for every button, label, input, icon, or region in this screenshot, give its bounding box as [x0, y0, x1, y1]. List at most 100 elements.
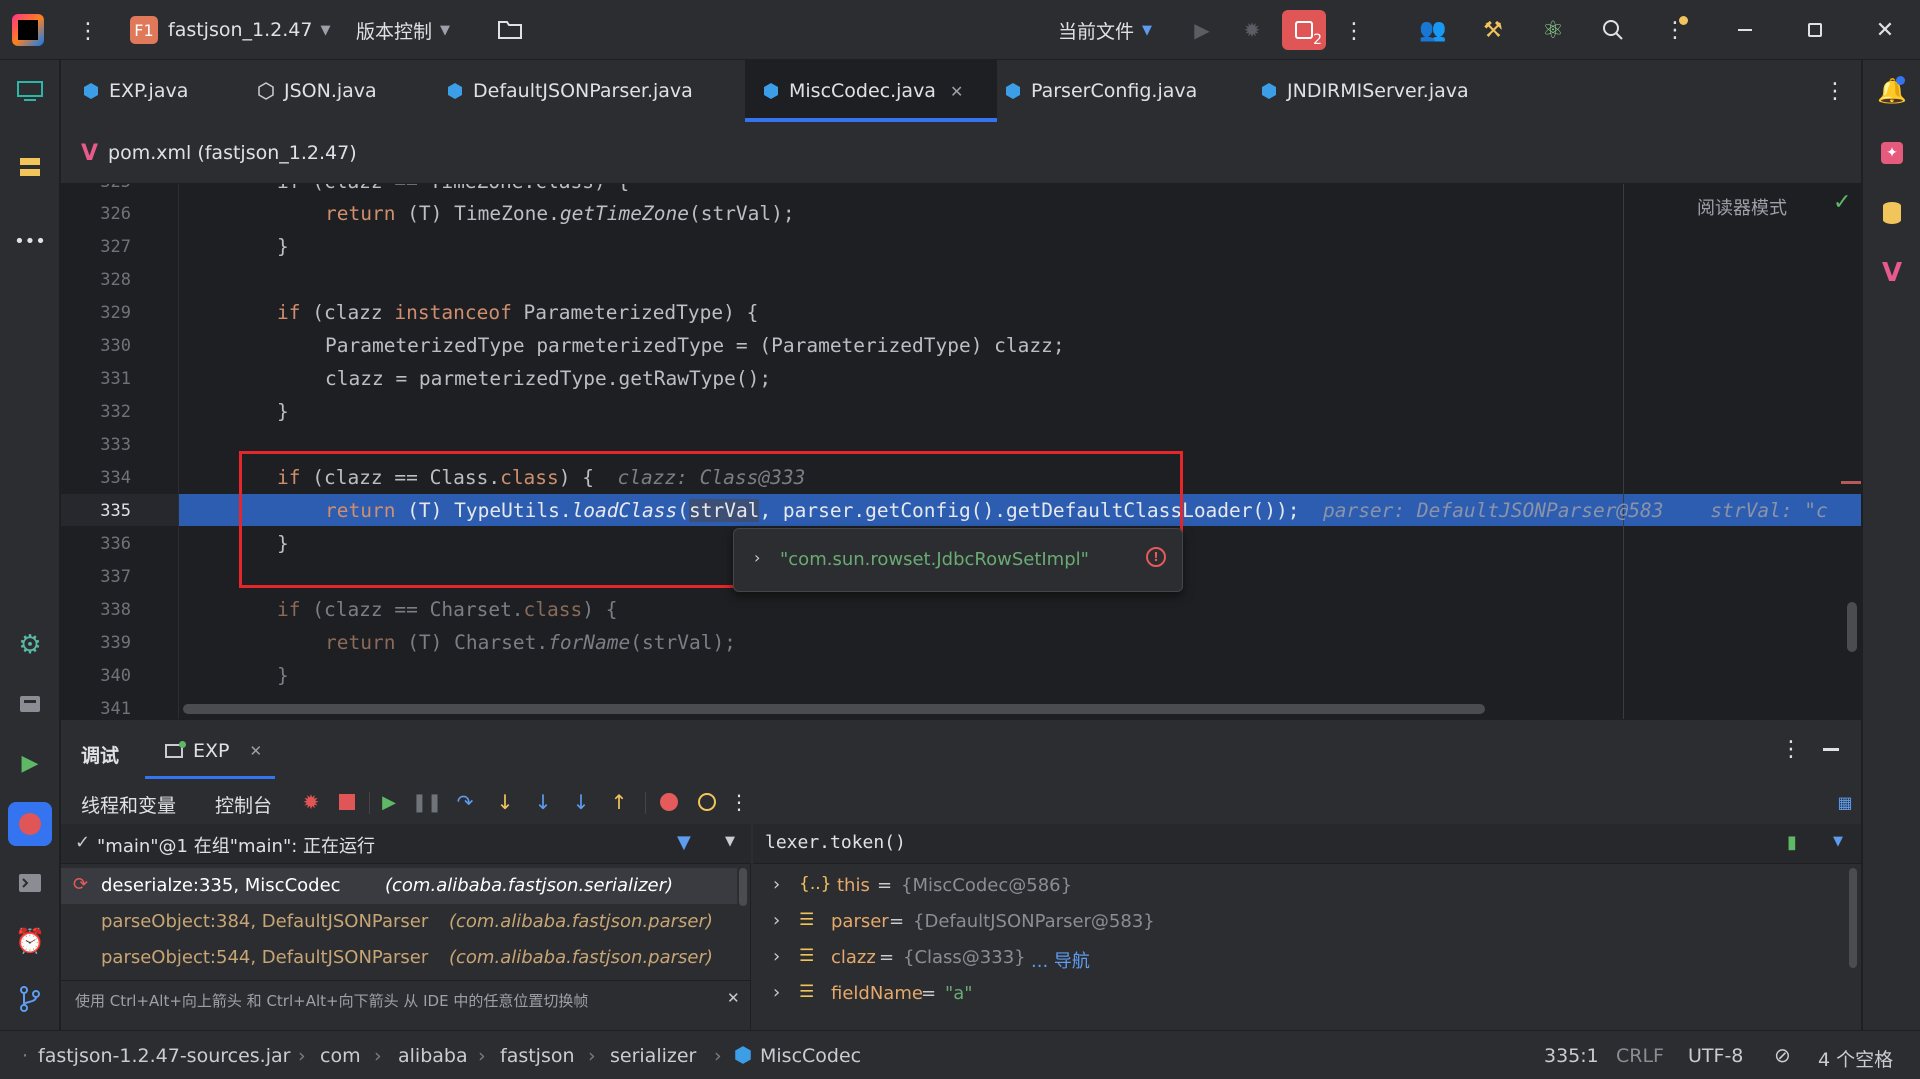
toolbar-more-icon[interactable]: ⋮ [729, 790, 749, 814]
git-icon[interactable] [14, 984, 46, 1014]
subtab-console[interactable]: 控制台 [215, 791, 272, 818]
terminal-icon[interactable] [14, 868, 46, 898]
horizontal-scrollbar-thumb[interactable] [183, 704, 1485, 714]
close-window-icon[interactable]: ✕ [1870, 16, 1900, 44]
debug-icon[interactable]: ✹ [1240, 18, 1264, 42]
expand-chevron-icon[interactable]: › [773, 874, 780, 895]
frame-row-selected[interactable]: ⟳ deserialze:335, MiscCodec (com.alibaba… [61, 868, 737, 904]
readonly-lock-icon[interactable]: ⊘ [1774, 1043, 1791, 1067]
stop-problems-button[interactable]: 2 [1282, 10, 1326, 50]
tab-json-java[interactable]: JSON.java [258, 60, 377, 122]
chevron-down-icon[interactable]: ▼ [1833, 834, 1843, 849]
navigate-link[interactable]: ... 导航 [1031, 947, 1090, 973]
ai-chat-icon[interactable]: ✦ [1875, 136, 1909, 170]
panel-options-icon[interactable]: ⋮ [1780, 736, 1802, 762]
view-breakpoints-icon[interactable] [657, 790, 681, 814]
line-separator[interactable]: CRLF [1616, 1045, 1664, 1067]
variables-scrollbar-thumb[interactable] [1849, 868, 1857, 968]
more-tools-icon[interactable]: ••• [14, 226, 46, 256]
settings-updates-icon[interactable]: ⋮ [1660, 16, 1690, 44]
reader-mode-toggle[interactable]: 阅读器模式 [1697, 194, 1787, 220]
resume-icon[interactable]: ▶ [377, 790, 401, 814]
thread-selector[interactable]: ✓ "main"@1 在组"main": 正在运行 ▼ ▼ [61, 824, 751, 864]
add-watch-icon[interactable]: ▮ [1787, 832, 1797, 853]
breadcrumb-alibaba[interactable]: alibaba [398, 1045, 468, 1067]
project-widget[interactable]: F1 fastjson_1.2.47 ▼ [130, 14, 330, 46]
indent-setting[interactable]: 4 个空格 [1818, 1045, 1893, 1072]
file-encoding[interactable]: UTF-8 [1688, 1045, 1743, 1067]
stop-icon[interactable] [337, 792, 357, 812]
variable-row[interactable]: › ☰ parser = {DefaultJSONParser@583} [753, 904, 1843, 940]
tab-options-icon[interactable]: ⋮ [1824, 78, 1846, 104]
breadcrumb-fastjson[interactable]: fastjson [500, 1045, 575, 1067]
breadcrumb-com[interactable]: com [320, 1045, 361, 1067]
alert-icon[interactable]: ! [1146, 547, 1166, 567]
main-menu-icon[interactable]: ⋮ [77, 18, 99, 44]
maven-icon[interactable]: V [1875, 256, 1909, 290]
structure-icon[interactable] [14, 152, 46, 182]
code-editor[interactable]: if (clazz == TimeZone.class) { 325 326 r… [61, 184, 1861, 719]
more-actions-icon[interactable]: ⋮ [1343, 18, 1365, 44]
pause-icon[interactable]: ❚❚ [412, 790, 442, 814]
code-with-me-icon[interactable]: 👥 [1418, 16, 1448, 44]
breadcrumb-jar[interactable]: fastjson-1.2.47-sources.jar [38, 1045, 290, 1067]
variable-row[interactable]: › {..} this = {MiscCodec@586} [753, 868, 1843, 904]
expand-chevron-icon[interactable]: › [773, 946, 780, 967]
step-over-icon[interactable]: ↷ [453, 790, 477, 814]
force-step-into-icon[interactable]: ↓ [531, 790, 555, 814]
intellij-logo-icon[interactable] [12, 14, 44, 46]
step-out-icon[interactable]: ↑ [607, 790, 631, 814]
build-tools-icon[interactable]: ⚒ [1478, 16, 1508, 44]
debug-tool-icon[interactable] [8, 802, 52, 846]
minimize-icon[interactable] [1730, 16, 1760, 44]
frame-row[interactable]: parseObject:544, DefaultJSONParser (com.… [61, 940, 737, 976]
tab-pom-xml[interactable]: V pom.xml (fastjson_1.2.47) [81, 122, 357, 184]
close-tab-icon[interactable]: ✕ [950, 82, 963, 101]
database-icon[interactable] [14, 688, 46, 718]
restore-icon[interactable] [1800, 16, 1830, 44]
search-icon[interactable] [1598, 16, 1628, 44]
chevron-down-icon[interactable]: ▼ [725, 834, 735, 849]
run-tool-icon[interactable]: ▶ [14, 748, 46, 778]
expand-chevron-icon[interactable]: › [773, 982, 780, 1003]
breadcrumb-serializer[interactable]: serializer [610, 1045, 696, 1067]
smart-step-into-icon[interactable]: ↓ [569, 790, 593, 814]
problems-icon[interactable]: ⏰ [14, 926, 46, 956]
database-tool-icon[interactable] [1875, 196, 1909, 230]
variable-row[interactable]: › ☰ clazz = {Class@333} ... 导航 [753, 940, 1843, 976]
project-view-icon[interactable] [14, 76, 46, 106]
run-config-widget[interactable]: 当前文件 ▼ [1058, 14, 1152, 46]
tab-exp-session[interactable]: EXP ✕ [165, 728, 262, 774]
tab-jndirmiserver-java[interactable]: JNDIRMIServer.java [1261, 60, 1469, 122]
hide-panel-icon[interactable] [1819, 736, 1843, 762]
evaluate-expression-field[interactable]: lexer.token() ▮ ▼ [753, 824, 1861, 864]
ai-assistant-icon[interactable]: ⚛ [1538, 16, 1568, 44]
variable-row[interactable]: › ☰ fieldName = "a" [753, 976, 1843, 1012]
tab-misccodec-java[interactable]: MiscCodec.java ✕ [745, 60, 997, 122]
expand-chevron-icon[interactable]: › [754, 548, 760, 567]
rerun-debug-icon[interactable]: ✹ [299, 790, 323, 814]
layout-settings-icon[interactable]: ▦ [1835, 792, 1855, 812]
vcs-widget[interactable]: 版本控制 ▼ [356, 14, 450, 46]
subtab-threads-variables[interactable]: 线程和变量 [81, 791, 176, 818]
value-tooltip-popup[interactable]: › "com.sun.rowset.JdbcRowSetImpl" ! [733, 528, 1183, 592]
expand-chevron-icon[interactable]: › [773, 910, 780, 931]
filter-icon[interactable]: ▼ [677, 832, 691, 853]
frames-scrollbar-thumb[interactable] [739, 868, 747, 906]
breadcrumb-class[interactable]: MiscCodec [760, 1045, 861, 1067]
run-icon[interactable]: ▶ [1190, 18, 1214, 42]
step-into-icon[interactable]: ↓ [493, 790, 517, 814]
tab-defaultjsonparser-java[interactable]: DefaultJSONParser.java [447, 60, 693, 122]
no-problems-check-icon[interactable]: ✓ [1833, 190, 1851, 215]
folder-icon[interactable] [496, 18, 524, 42]
notifications-icon[interactable]: 🔔 [1875, 74, 1909, 108]
frame-row[interactable]: parseObject:384, DefaultJSONParser (com.… [61, 904, 737, 940]
caret-position[interactable]: 335:1 [1544, 1045, 1599, 1067]
services-gear-icon[interactable]: ⚙ [14, 630, 46, 660]
close-session-icon[interactable]: ✕ [249, 742, 262, 760]
tab-parserconfig-java[interactable]: ParserConfig.java [1005, 60, 1197, 122]
close-hint-icon[interactable]: ✕ [727, 989, 740, 1007]
mute-breakpoints-icon[interactable] [695, 790, 719, 814]
tab-exp-java[interactable]: EXP.java [83, 60, 188, 122]
vertical-scrollbar-thumb[interactable] [1847, 602, 1857, 652]
